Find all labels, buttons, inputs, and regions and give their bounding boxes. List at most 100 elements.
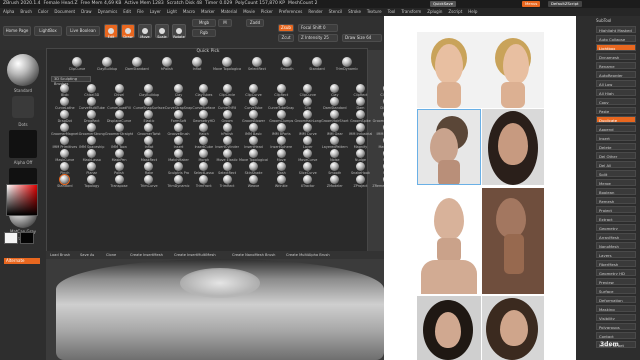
brush-action-button[interactable]: Clone: [106, 252, 116, 258]
brush-item[interactable]: ZProject: [349, 174, 373, 188]
brush-item[interactable]: Rake: [133, 161, 164, 175]
subtool-option[interactable]: Layers: [596, 251, 636, 258]
home-page-button[interactable]: Home Page: [3, 26, 31, 36]
brush-item[interactable]: DragDot: [51, 109, 79, 123]
brush-item[interactable]: GroomSpike: [349, 109, 373, 123]
brush-item[interactable]: Inflat: [133, 135, 164, 149]
brush-item[interactable]: GroomClumps: [268, 109, 294, 123]
menu-item-document[interactable]: Document: [54, 9, 75, 14]
menus-label-button[interactable]: Menus: [522, 1, 541, 7]
quick-pick-brush[interactable]: ClayBuildup: [93, 57, 121, 75]
brush-item[interactable]: Chisel: [105, 83, 133, 97]
brush-item[interactable]: Move Topological: [239, 148, 268, 162]
menu-item-marker[interactable]: Marker: [201, 9, 215, 14]
brush-item[interactable]: SliceCurve: [294, 161, 321, 175]
brush-item[interactable]: LayeredPattern: [321, 135, 348, 149]
brush-item[interactable]: Weave: [239, 174, 268, 188]
subtool-option[interactable]: Merge: [596, 179, 636, 186]
subtool-option[interactable]: Auto Collapse: [596, 35, 636, 42]
subtool-option[interactable]: Geometry: [596, 224, 636, 231]
subtool-option[interactable]: Del All: [596, 161, 636, 168]
menu-item-tool[interactable]: Tool: [388, 9, 396, 14]
rgb-button[interactable]: Rgb: [192, 29, 216, 37]
quick-pick-brush[interactable]: TrimDynamic: [333, 57, 361, 75]
brush-item[interactable]: InsertCylinder: [215, 135, 239, 149]
brush-item[interactable]: InsertHead: [239, 135, 268, 149]
brush-item[interactable]: ClipRect: [349, 83, 373, 97]
brush-item[interactable]: Move: [268, 148, 294, 162]
brush-item[interactable]: MaskCurve: [51, 148, 79, 162]
brush-item[interactable]: SelectLasso: [192, 161, 215, 175]
brush-item[interactable]: TrimFront: [192, 174, 215, 188]
reference-image-bald-profile[interactable]: [482, 188, 544, 294]
subtool-option[interactable]: Preview: [596, 278, 636, 285]
quick-pick-brush[interactable]: ClipCurve: [63, 57, 91, 75]
subtool-option[interactable]: Deformation: [596, 296, 636, 303]
brush-thumbnail[interactable]: [7, 54, 39, 86]
brush-item[interactable]: Slash: [268, 161, 294, 175]
brush-item[interactable]: CurveTubeSnap: [268, 96, 294, 110]
subtool-option[interactable]: Polygroups: [596, 323, 636, 330]
brush-item[interactable]: ClipRect: [268, 83, 294, 97]
subtool-option[interactable]: Highlight Masked: [596, 26, 636, 33]
menu-item-transform[interactable]: Transform: [401, 9, 421, 14]
menu-item-stencil[interactable]: Stencil: [329, 9, 343, 14]
subtool-option[interactable]: AutoReorder: [596, 71, 636, 78]
subtool-option[interactable]: Append: [596, 125, 636, 132]
brush-item[interactable]: Chisel3D: [79, 83, 105, 97]
subtool-option[interactable]: Masking: [596, 305, 636, 312]
subtool-option[interactable]: Lightbox: [596, 44, 636, 51]
menu-item-help[interactable]: Help: [468, 9, 477, 14]
brush-item[interactable]: ClipCircle: [215, 83, 239, 97]
focal-shift-slider[interactable]: Focal Shift 0: [298, 24, 338, 32]
reference-image-front-dark-hair[interactable]: [482, 109, 544, 185]
brush-item[interactable]: DragRect: [79, 109, 105, 123]
brush-action-button[interactable]: Create InsertMultiMesh: [174, 252, 216, 258]
reference-image-long-hair[interactable]: [482, 296, 544, 360]
brush-item[interactable]: IMM Toon: [105, 135, 133, 149]
brush-item[interactable]: IMM Basic: [239, 122, 268, 136]
quick-pick-brush[interactable]: SelectRect: [243, 57, 271, 75]
brush-item[interactable]: Planar: [79, 161, 105, 175]
brush-item[interactable]: Topology: [79, 174, 105, 188]
quick-pick-brush[interactable]: Move Topological: [213, 57, 241, 75]
menu-item-file[interactable]: File: [137, 9, 144, 14]
live-boolean-button[interactable]: Live Boolean: [66, 26, 100, 36]
brush-item[interactable]: FormSoft: [165, 109, 193, 123]
menu-item-preferences[interactable]: Preferences: [279, 9, 303, 14]
brush-item[interactable]: GrooveBrush: [165, 122, 193, 136]
quicksave-button[interactable]: QuickSave: [430, 1, 457, 7]
subtool-option[interactable]: Surface: [596, 287, 636, 294]
subtool-option[interactable]: Rename: [596, 62, 636, 69]
reference-image-bald-front[interactable]: [417, 188, 481, 294]
brush-item[interactable]: GroomerTwist: [133, 122, 164, 136]
brush-item[interactable]: Move Elastic: [215, 148, 239, 162]
brush-item[interactable]: Insert: [165, 135, 193, 149]
brush-item[interactable]: ClayBuildup: [133, 83, 164, 97]
subtool-option[interactable]: Split: [596, 170, 636, 177]
menu-item-stroke[interactable]: Stroke: [348, 9, 361, 14]
brush-item[interactable]: Elastic: [133, 109, 164, 123]
brush-item[interactable]: Layer: [294, 135, 321, 149]
menu-item-edit[interactable]: Edit: [123, 9, 131, 14]
menu-item-draw[interactable]: Draw: [81, 9, 91, 14]
brush-item[interactable]: GroomerStraight: [105, 122, 133, 136]
brush-item[interactable]: ClipCurve: [294, 83, 321, 97]
menu-item-zplugin[interactable]: Zplugin: [427, 9, 442, 14]
menu-item-movie[interactable]: Movie: [243, 9, 255, 14]
alternate-button[interactable]: Alternate: [4, 258, 40, 264]
brush-item[interactable]: CurveTriFill: [215, 96, 239, 110]
brush-item[interactable]: CurveTube: [239, 96, 268, 110]
brush-item[interactable]: Polish: [105, 161, 133, 175]
quick-pick-brush[interactable]: Inflat: [183, 57, 211, 75]
brush-item[interactable]: MaskLasso: [79, 148, 105, 162]
subtool-option[interactable]: All High: [596, 89, 636, 96]
secondary-color-swatch[interactable]: [20, 232, 34, 244]
subtool-option[interactable]: Project: [596, 206, 636, 213]
menu-item-layer[interactable]: Layer: [150, 9, 161, 14]
brush-item[interactable]: SkinShade: [239, 161, 268, 175]
brush-item[interactable]: XTractor: [294, 174, 321, 188]
draw-mode-button[interactable]: Draw: [121, 24, 135, 39]
subtool-option[interactable]: Copy: [596, 98, 636, 105]
lightbox-button[interactable]: LightBox: [34, 26, 62, 36]
